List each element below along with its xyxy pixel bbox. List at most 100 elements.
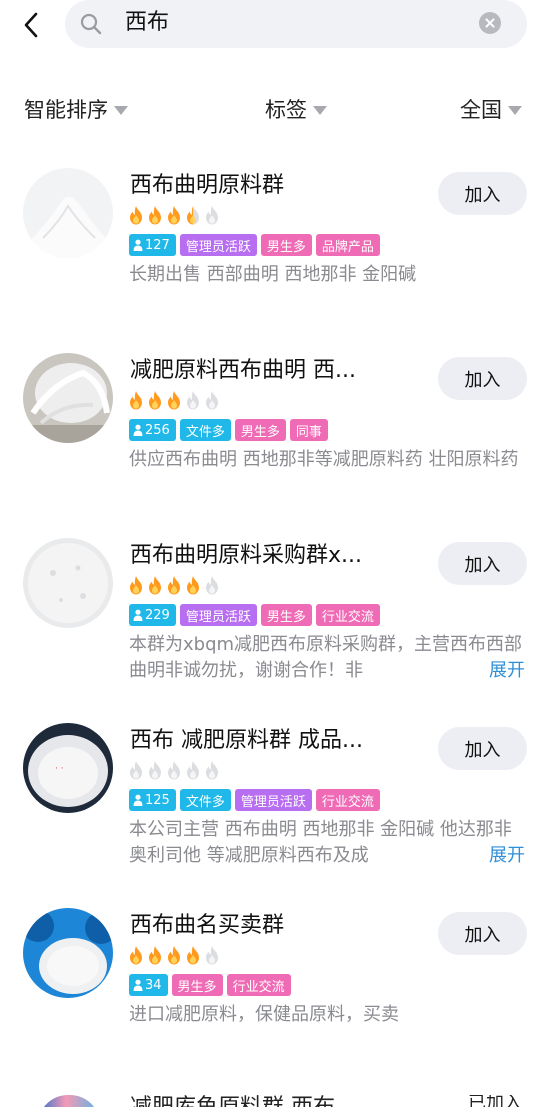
region-filter-label: 全国 — [460, 98, 502, 122]
heat-rating — [128, 390, 220, 412]
group-name: 西布曲明原料采购群x... — [130, 543, 362, 568]
fire-icon — [187, 761, 199, 780]
search-input[interactable]: 西布 — [65, 0, 527, 48]
svg-text:· ·: · · — [55, 764, 64, 774]
sort-filter-label: 智能排序 — [24, 98, 108, 122]
fire-icon — [206, 946, 218, 965]
fire-icon — [206, 761, 218, 780]
group-tag: 男生多 — [260, 604, 312, 626]
group-tag: 男生多 — [260, 234, 312, 256]
group-tag: 文件多 — [179, 789, 231, 811]
fire-icon — [206, 391, 218, 410]
tag-list: 125 文件多 管理员活跃 行业交流 — [129, 789, 380, 811]
expand-link[interactable]: 展开 — [473, 658, 525, 684]
sort-filter[interactable]: 智能排序 — [24, 90, 128, 128]
member-count-badge: 256 — [129, 419, 176, 441]
person-icon — [133, 794, 143, 806]
group-description: 进口减肥原料，保健品原料，买卖 — [129, 1004, 399, 1025]
group-name: 减肥库鱼原料群 西布... — [130, 1095, 356, 1107]
group-description: 本群为xbqm减肥西布原料采购群，主营西布西部曲明非诚勿扰，谢谢合作！非 — [129, 634, 523, 681]
join-button[interactable]: 加入 — [438, 357, 527, 400]
fire-icon — [187, 206, 199, 225]
fire-icon — [149, 576, 161, 595]
group-avatar — [23, 353, 113, 443]
caret-down-icon — [313, 105, 327, 115]
caret-down-icon — [508, 105, 522, 115]
search-header: 西布 — [0, 0, 550, 58]
group-avatar — [23, 168, 113, 258]
back-button[interactable] — [14, 6, 48, 44]
fire-icon — [130, 391, 142, 410]
group-tag: 行业交流 — [226, 974, 291, 996]
fire-icon — [187, 946, 199, 965]
group-tag: 管理员活跃 — [179, 604, 257, 626]
group-tag: 行业交流 — [315, 604, 380, 626]
group-tag: 品牌产品 — [315, 234, 380, 256]
fire-icon — [149, 761, 161, 780]
tag-filter[interactable]: 标签 — [265, 90, 327, 128]
group-name: 西布曲明原料群 — [130, 173, 285, 198]
group-list-item[interactable]: 西布曲名买卖群 加入 34 男生多 行业交流 进口减肥原料，保健品原料，买卖 — [0, 908, 550, 1058]
group-list-item[interactable]: 西布曲明原料群 加入 127 管理员活跃 男生多 品牌产品 长期出售 西部曲明 … — [0, 168, 550, 318]
tag-filter-label: 标签 — [265, 98, 307, 122]
join-button[interactable]: 加入 — [438, 912, 527, 955]
tag-list: 256 文件多 男生多 同事 — [129, 419, 328, 441]
fire-icon — [187, 576, 199, 595]
group-description: 长期出售 西部曲明 西地那非 金阳碱 — [129, 264, 417, 285]
member-count: 229 — [145, 607, 170, 623]
group-tag: 管理员活跃 — [179, 234, 257, 256]
join-button[interactable]: 加入 — [438, 727, 527, 770]
fire-icon — [187, 391, 199, 410]
group-list-item[interactable]: 减肥原料西布曲明 西... 加入 256 文件多 男生多 同事 供应西布曲明 西… — [0, 353, 550, 503]
person-icon — [133, 609, 143, 621]
person-icon — [133, 424, 143, 436]
chevron-left-icon — [24, 12, 38, 38]
fire-icon — [168, 761, 180, 780]
member-count-badge: 34 — [129, 974, 168, 996]
heat-rating — [128, 760, 220, 782]
group-avatar — [23, 908, 113, 998]
member-count-badge: 125 — [129, 789, 176, 811]
heat-rating — [128, 205, 220, 227]
group-tag: 男生多 — [171, 974, 223, 996]
fire-icon — [130, 576, 142, 595]
group-tag: 文件多 — [179, 419, 231, 441]
group-list-item-partial[interactable]: 减肥库鱼原料群 西布... 已加入 — [0, 1095, 550, 1107]
heat-rating — [128, 575, 220, 597]
join-button[interactable]: 加入 — [438, 172, 527, 215]
member-count: 127 — [145, 237, 170, 253]
group-avatar — [23, 538, 113, 628]
group-avatar — [38, 1095, 100, 1107]
heat-rating — [128, 945, 220, 967]
expand-link[interactable]: 展开 — [473, 843, 525, 869]
group-list-item[interactable]: · · 西布 减肥原料群 成品... 加入 125 文件多 管理员活跃 行业交流… — [0, 723, 550, 873]
fire-icon — [130, 206, 142, 225]
caret-down-icon — [114, 105, 128, 115]
fire-icon — [206, 576, 218, 595]
filter-bar: 智能排序 标签 全国 — [0, 90, 550, 128]
tag-list: 229 管理员活跃 男生多 行业交流 — [129, 604, 380, 626]
fire-icon — [168, 391, 180, 410]
group-tag: 行业交流 — [315, 789, 380, 811]
group-tag: 管理员活跃 — [234, 789, 312, 811]
fire-icon — [130, 946, 142, 965]
person-icon — [133, 979, 143, 991]
fire-icon — [130, 761, 142, 780]
group-tag: 同事 — [289, 419, 328, 441]
join-button[interactable]: 加入 — [438, 542, 527, 585]
group-name: 西布 减肥原料群 成品... — [130, 728, 363, 753]
group-name: 西布曲名买卖群 — [130, 913, 285, 938]
fire-icon — [168, 206, 180, 225]
joined-label[interactable]: 已加入 — [468, 1095, 522, 1107]
group-name: 减肥原料西布曲明 西... — [130, 358, 356, 383]
member-count-badge: 229 — [129, 604, 176, 626]
group-description: 供应西布曲明 西地那非等减肥原料药 壮阳原料药 — [129, 449, 519, 470]
region-filter[interactable]: 全国 — [460, 90, 522, 128]
group-list-item[interactable]: 西布曲明原料采购群x... 加入 229 管理员活跃 男生多 行业交流 本群为x… — [0, 538, 550, 688]
group-tag: 男生多 — [234, 419, 286, 441]
search-query[interactable]: 西布 — [125, 9, 169, 37]
fire-icon — [149, 946, 161, 965]
fire-icon — [206, 206, 218, 225]
clear-icon[interactable] — [479, 12, 501, 34]
group-description: 本公司主营 西布曲明 西地那非 金阳碱 他达那非 奥利司他 等减肥原料西布及成 — [129, 819, 512, 866]
